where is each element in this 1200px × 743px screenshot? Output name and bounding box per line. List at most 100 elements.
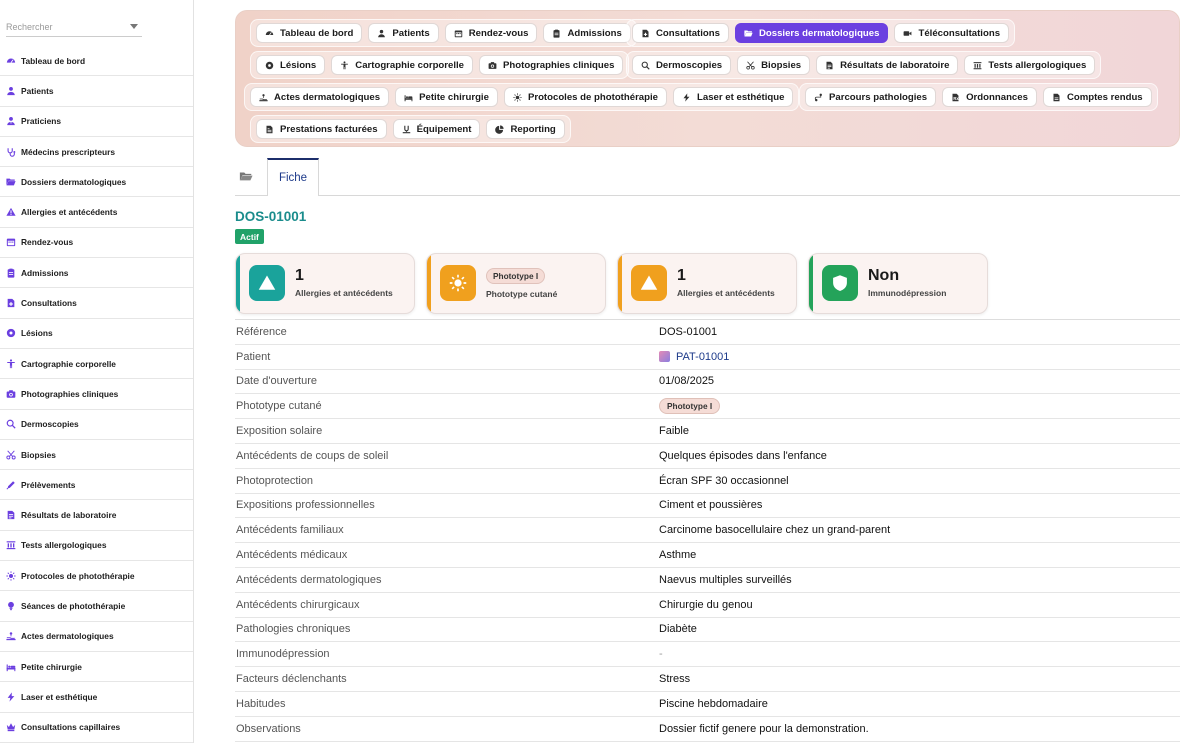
sidebar-item-prelevements[interactable]: Prélèvements bbox=[0, 470, 193, 501]
magnifier-icon bbox=[641, 61, 650, 70]
card-label: Allergies et antécédents bbox=[677, 288, 775, 298]
patient-link[interactable]: PAT-01001 bbox=[659, 351, 729, 363]
menu-button-protocoles-de-phototherapie[interactable]: Protocoles de photothérapie bbox=[503, 87, 668, 107]
clipboard-icon bbox=[7, 268, 15, 278]
sidebar-item-biopsies[interactable]: Biopsies bbox=[0, 440, 193, 471]
sidebar-item-dossiers-dermatologiques[interactable]: Dossiers dermatologiques bbox=[0, 167, 193, 198]
menu-button-label: Dossiers dermatologiques bbox=[758, 27, 880, 39]
card-accent-bar bbox=[618, 254, 622, 313]
sidebar-item-consultations-capillaires[interactable]: Consultations capillaires bbox=[0, 713, 193, 743]
search-input[interactable] bbox=[6, 21, 116, 32]
sidebar-item-tests-allergologiques[interactable]: Tests allergologiques bbox=[0, 531, 193, 562]
search-box[interactable] bbox=[6, 17, 142, 37]
stethoscope-icon bbox=[6, 147, 16, 157]
dashboard-icon bbox=[6, 56, 16, 66]
menu-button-rendez-vous[interactable]: Rendez-vous bbox=[444, 23, 538, 43]
menu-button-comptes-rendus[interactable]: Comptes rendus bbox=[1042, 87, 1152, 107]
bolt-icon bbox=[683, 92, 690, 102]
sidebar-item-cartographie-corporelle[interactable]: Cartographie corporelle bbox=[0, 349, 193, 380]
sidebar-item-label: Résultats de laboratoire bbox=[21, 510, 117, 521]
menu-button-prestations-facturees[interactable]: Prestations facturées bbox=[256, 119, 387, 139]
dashboard-icon bbox=[6, 58, 16, 63]
detail-value: Carcinome basocellulaire chez un grand-p… bbox=[659, 524, 891, 537]
allergy-test-icon bbox=[6, 540, 16, 550]
sidebar-item-dermoscopies[interactable]: Dermoscopies bbox=[0, 410, 193, 440]
detail-value: - bbox=[659, 648, 663, 661]
menu-button-equipement[interactable]: Équipement bbox=[392, 119, 481, 139]
menu-button-tests-allergologiques[interactable]: Tests allergologiques bbox=[964, 55, 1096, 75]
detail-value: Stress bbox=[659, 673, 691, 686]
menu-button-photographies-cliniques[interactable]: Photographies cliniques bbox=[479, 55, 624, 75]
menu-button-ordonnances[interactable]: Rx Ordonnances bbox=[942, 87, 1037, 107]
phototype-pill: Phototype I bbox=[486, 268, 546, 284]
menu-button-biopsies[interactable]: Biopsies bbox=[737, 55, 811, 75]
menu-button-label: Rendez-vous bbox=[468, 27, 529, 39]
menu-button-tableau-de-bord[interactable]: Tableau de bord bbox=[256, 23, 363, 43]
menu-button-label: Prestations facturées bbox=[280, 123, 378, 135]
menu-button-laser-et-esthetique[interactable]: Laser et esthétique bbox=[673, 87, 794, 107]
menu-button-petite-chirurgie[interactable]: Petite chirurgie bbox=[395, 87, 498, 107]
detail-value: Quelques épisodes dans l'enfance bbox=[659, 449, 827, 462]
card-accent-bar bbox=[236, 254, 240, 313]
card-value: 1 bbox=[677, 267, 686, 284]
sidebar-item-photographies-cliniques[interactable]: Photographies cliniques bbox=[0, 379, 193, 410]
sidebar-item-seances-de-phototherapie[interactable]: Séances de photothérapie bbox=[0, 591, 193, 622]
tab-fiche[interactable]: Fiche bbox=[267, 158, 319, 196]
menu-button-patients[interactable]: Patients bbox=[368, 23, 439, 43]
chevron-down-icon[interactable] bbox=[130, 24, 138, 29]
sidebar-item-rendez-vous[interactable]: Rendez-vous bbox=[0, 228, 193, 259]
menu-button-lesions[interactable]: Lésions bbox=[256, 55, 326, 75]
equipment-icon bbox=[402, 125, 410, 133]
warning-icon bbox=[6, 207, 16, 216]
menu-button-resultats-de-laboratoire[interactable]: Résultats de laboratoire bbox=[816, 55, 959, 75]
circle-dot-icon bbox=[6, 329, 16, 338]
invoice-icon bbox=[266, 125, 273, 133]
menu-button-reporting[interactable]: Reporting bbox=[486, 119, 565, 139]
sidebar-item-medecins-prescripteurs[interactable]: Médecins prescripteurs bbox=[0, 137, 193, 168]
folder-open-icon[interactable] bbox=[239, 170, 253, 182]
menu-group: Dermoscopies Biopsies Résultats de laborat… bbox=[626, 51, 1102, 79]
detail-label: Date d'ouverture bbox=[236, 375, 317, 388]
warning-icon bbox=[640, 275, 658, 290]
bed-icon bbox=[404, 94, 413, 101]
sidebar-item-lesions[interactable]: Lésions bbox=[0, 319, 193, 349]
menu-button-cartographie-corporelle[interactable]: Cartographie corporelle bbox=[331, 55, 474, 75]
detail-label: Antécédents chirurgicaux bbox=[236, 598, 360, 611]
sidebar-item-label: Cartographie corporelle bbox=[21, 358, 116, 369]
sidebar-item-resultats-de-laboratoire[interactable]: Résultats de laboratoire bbox=[0, 500, 193, 531]
detail-row: Phototype cutané Phototype I bbox=[235, 394, 1180, 420]
sidebar-item-admissions[interactable]: Admissions bbox=[0, 258, 193, 289]
menu-button-consultations[interactable]: Consultations bbox=[632, 23, 729, 43]
sidebar-item-laser-et-esthetique[interactable]: Laser et esthétique bbox=[0, 682, 193, 713]
sidebar-item-tableau-de-bord[interactable]: Tableau de bord bbox=[0, 46, 193, 77]
sidebar-item-label: Tests allergologiques bbox=[21, 540, 107, 551]
menu-button-actes-dermatologiques[interactable]: Actes dermatologiques bbox=[250, 87, 390, 107]
sidebar-item-actes-dermatologiques[interactable]: Actes dermatologiques bbox=[0, 622, 193, 652]
svg-text:Rx: Rx bbox=[953, 95, 959, 100]
menu-button-teleconsultations[interactable]: Téléconsultations bbox=[894, 23, 1010, 43]
sidebar-item-patients[interactable]: Patients bbox=[0, 76, 193, 107]
detail-value[interactable]: PAT-01001 bbox=[676, 351, 729, 363]
file-medical-icon bbox=[6, 298, 16, 308]
pie-chart-icon bbox=[495, 124, 505, 134]
sidebar-item-allergies-et-antecedents[interactable]: Allergies et antécédents bbox=[0, 197, 193, 228]
menu-button-dermoscopies[interactable]: Dermoscopies bbox=[632, 55, 732, 75]
sidebar-item-praticiens[interactable]: Praticiens bbox=[0, 107, 193, 137]
menu-button-label: Petite chirurgie bbox=[419, 91, 489, 103]
menu-button-label: Parcours pathologies bbox=[829, 91, 928, 103]
sidebar-item-protocoles-de-phototherapie[interactable]: Protocoles de photothérapie bbox=[0, 561, 193, 592]
detail-row: Antécédents chirurgicaux Chirurgie du gen… bbox=[235, 593, 1180, 618]
menu-button-label: Équipement bbox=[416, 123, 472, 135]
bed-icon bbox=[6, 662, 16, 672]
menu-button-admissions[interactable]: Admissions bbox=[543, 23, 631, 43]
detail-row: Patient PAT-01001 bbox=[235, 345, 1180, 370]
menu-button-dossiers-dermatologiques[interactable]: Dossiers dermatologiques bbox=[734, 23, 889, 43]
sun-icon bbox=[449, 274, 467, 292]
video-icon bbox=[904, 30, 912, 36]
sidebar-item-petite-chirurgie[interactable]: Petite chirurgie bbox=[0, 652, 193, 683]
menu-group: Tableau de bord Patients Rendez-vous Admiss… bbox=[250, 19, 637, 47]
sidebar-item-consultations[interactable]: Consultations bbox=[0, 288, 193, 319]
menu-button-parcours-pathologies[interactable]: Parcours pathologies bbox=[805, 87, 937, 107]
sidebar-item-label: Allergies et antécédents bbox=[21, 207, 118, 218]
detail-label: Pathologies chroniques bbox=[236, 623, 351, 636]
